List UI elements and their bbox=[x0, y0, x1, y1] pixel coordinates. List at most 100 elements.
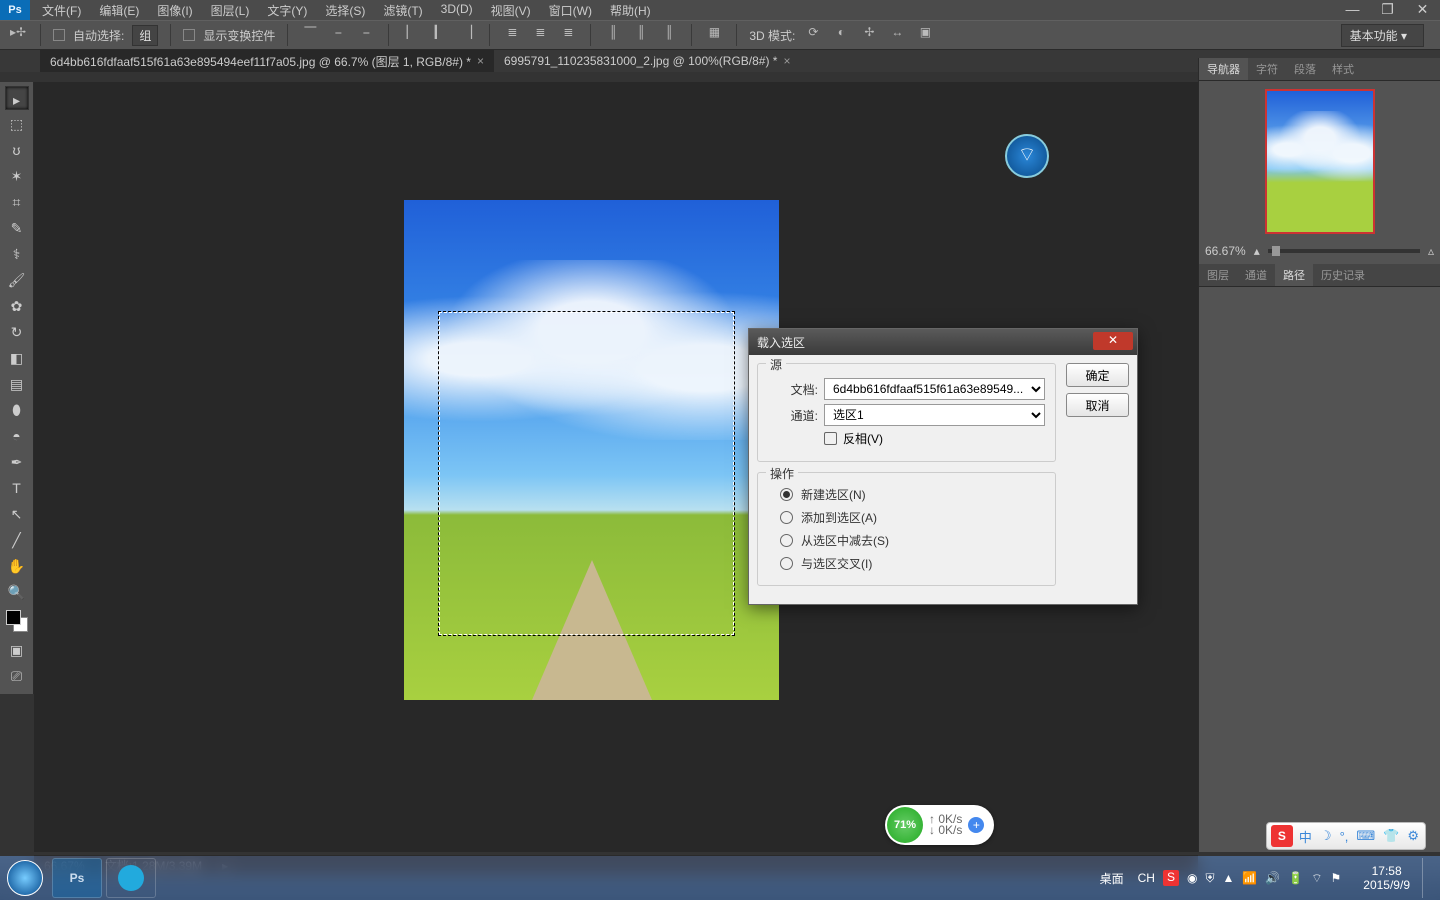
panel-tab-layers[interactable]: 图层 bbox=[1199, 264, 1237, 286]
dist-bottom-icon[interactable]: ≣ bbox=[558, 25, 578, 45]
healing-brush-tool[interactable]: ⚕ bbox=[5, 242, 29, 266]
op-subtract-radio[interactable] bbox=[780, 534, 793, 547]
3d-pan-icon[interactable]: ✢ bbox=[859, 25, 879, 45]
auto-align-icon[interactable]: ▦ bbox=[704, 25, 724, 45]
ime-keyboard-icon[interactable]: ⌨ bbox=[1354, 828, 1377, 844]
ime-menu-icon[interactable]: ⚙ bbox=[1405, 828, 1421, 844]
align-top-icon[interactable]: ⎺ bbox=[300, 25, 320, 45]
menu-layer[interactable]: 图层(L) bbox=[211, 2, 250, 19]
marquee-tool[interactable]: ⬚ bbox=[5, 112, 29, 136]
eraser-tool[interactable]: ◧ bbox=[5, 346, 29, 370]
panel-tab-styles[interactable]: 样式 bbox=[1324, 58, 1362, 80]
dialog-titlebar[interactable]: 载入选区 ✕ bbox=[749, 329, 1137, 355]
menu-image[interactable]: 图像(I) bbox=[157, 2, 192, 19]
invert-checkbox[interactable] bbox=[824, 432, 837, 445]
tray-signal-icon[interactable]: 📶 bbox=[1242, 871, 1257, 885]
color-swatches[interactable] bbox=[6, 610, 28, 632]
menu-edit[interactable]: 编辑(E) bbox=[99, 2, 139, 19]
window-close[interactable]: ✕ bbox=[1405, 0, 1440, 20]
clone-stamp-tool[interactable]: ✿ bbox=[5, 294, 29, 318]
menu-filter[interactable]: 滤镜(T) bbox=[383, 2, 422, 19]
auto-select-dropdown[interactable]: 组 bbox=[132, 25, 158, 46]
menu-view[interactable]: 视图(V) bbox=[491, 2, 531, 19]
navigator-zoom-slider[interactable] bbox=[1268, 249, 1420, 253]
taskbar-desktop-label[interactable]: 桌面 bbox=[1100, 870, 1124, 887]
workspace-switcher[interactable]: 基本功能 ▾ bbox=[1341, 24, 1424, 47]
history-brush-tool[interactable]: ↻ bbox=[5, 320, 29, 344]
show-transform-checkbox[interactable] bbox=[183, 29, 195, 41]
menu-3d[interactable]: 3D(D) bbox=[441, 2, 473, 19]
op-new-radio[interactable] bbox=[780, 488, 793, 501]
tray-battery-icon[interactable]: 🔋 bbox=[1288, 871, 1303, 885]
document-select[interactable]: 6d4bb616fdfaaf515f61a63e89549... bbox=[824, 378, 1045, 400]
tray-up-icon[interactable]: ▲ bbox=[1222, 871, 1234, 885]
shape-tool[interactable]: ╱ bbox=[5, 528, 29, 552]
tray-360-icon[interactable]: ◉ bbox=[1187, 871, 1197, 885]
screenmode-toggle[interactable]: ⎚ bbox=[5, 664, 29, 688]
tray-volume-icon[interactable]: 🔊 bbox=[1265, 871, 1280, 885]
ok-button[interactable]: 确定 bbox=[1066, 363, 1129, 387]
panel-tab-navigator[interactable]: 导航器 bbox=[1199, 58, 1248, 80]
menu-select[interactable]: 选择(S) bbox=[325, 2, 365, 19]
ime-han-toggle[interactable]: 中 bbox=[1297, 827, 1314, 846]
start-button[interactable] bbox=[0, 856, 50, 900]
auto-select-checkbox[interactable] bbox=[53, 29, 65, 41]
align-hcenter-icon[interactable]: ▎ bbox=[429, 25, 449, 45]
close-tab-icon[interactable]: × bbox=[783, 54, 790, 68]
menu-window[interactable]: 窗口(W) bbox=[549, 2, 592, 19]
taskbar-browser[interactable] bbox=[106, 858, 156, 898]
lasso-tool[interactable]: ʊ bbox=[5, 138, 29, 162]
op-add-radio[interactable] bbox=[780, 511, 793, 524]
taskbar-clock[interactable]: 17:58 2015/9/9 bbox=[1355, 864, 1418, 892]
navigator-thumbnail[interactable] bbox=[1265, 89, 1375, 234]
dialog-close-button[interactable]: ✕ bbox=[1093, 332, 1133, 350]
sogou-logo-icon[interactable]: S bbox=[1271, 825, 1293, 847]
move-tool[interactable]: ▸ bbox=[5, 86, 29, 110]
tray-flag-icon[interactable]: ⚑ bbox=[1331, 871, 1342, 885]
panel-tab-character[interactable]: 字符 bbox=[1248, 58, 1286, 80]
zoom-in-icon[interactable]: ▵ bbox=[1428, 244, 1434, 258]
3d-slide-icon[interactable]: ↔ bbox=[887, 25, 907, 45]
dist-right-icon[interactable]: ║ bbox=[659, 25, 679, 45]
tray-lang[interactable]: CH bbox=[1138, 871, 1155, 885]
speed-popup-icon[interactable]: + bbox=[968, 817, 984, 833]
brush-tool[interactable]: 🖌 bbox=[5, 268, 29, 292]
window-maximize[interactable]: ❐ bbox=[1370, 0, 1405, 20]
window-minimize[interactable]: — bbox=[1335, 0, 1370, 20]
menu-type[interactable]: 文字(Y) bbox=[267, 2, 307, 19]
panel-tab-paragraph[interactable]: 段落 bbox=[1286, 58, 1324, 80]
dist-top-icon[interactable]: ≣ bbox=[502, 25, 522, 45]
gradient-tool[interactable]: ▤ bbox=[5, 372, 29, 396]
quickmask-toggle[interactable]: ▣ bbox=[5, 638, 29, 662]
taskbar-photoshop[interactable]: Ps bbox=[52, 858, 102, 898]
align-right-icon[interactable]: ▕ bbox=[457, 25, 477, 45]
hand-tool[interactable]: ✋ bbox=[5, 554, 29, 578]
type-tool[interactable]: T bbox=[5, 476, 29, 500]
ime-skin-icon[interactable]: 👕 bbox=[1381, 828, 1401, 844]
doc-tab-1[interactable]: 6d4bb616fdfaaf515f61a63e895494eef11f7a05… bbox=[40, 50, 494, 72]
cancel-button[interactable]: 取消 bbox=[1066, 393, 1129, 417]
ime-punct-icon[interactable]: °, bbox=[1338, 829, 1351, 844]
zoom-tool[interactable]: 🔍 bbox=[5, 580, 29, 604]
menu-help[interactable]: 帮助(H) bbox=[610, 2, 651, 19]
pen-tool[interactable]: ✒ bbox=[5, 450, 29, 474]
panel-tab-history[interactable]: 历史记录 bbox=[1313, 264, 1373, 286]
dist-hcenter-icon[interactable]: ║ bbox=[631, 25, 651, 45]
path-select-tool[interactable]: ↖ bbox=[5, 502, 29, 526]
align-bottom-icon[interactable]: ⎯ bbox=[356, 25, 376, 45]
dist-vcenter-icon[interactable]: ≣ bbox=[530, 25, 550, 45]
align-vcenter-icon[interactable]: ⎯ bbox=[328, 25, 348, 45]
dist-left-icon[interactable]: ║ bbox=[603, 25, 623, 45]
ime-toolbar[interactable]: S 中 ☽ °, ⌨ 👕 ⚙ bbox=[1266, 822, 1426, 850]
show-desktop-button[interactable] bbox=[1422, 858, 1432, 898]
tray-wifi-icon[interactable]: ⌔ bbox=[1311, 871, 1322, 886]
3d-zoom-icon[interactable]: ▣ bbox=[915, 25, 935, 45]
eyedropper-tool[interactable]: ✎ bbox=[5, 216, 29, 240]
panel-tab-channels[interactable]: 通道 bbox=[1237, 264, 1275, 286]
channel-select[interactable]: 选区1 bbox=[824, 404, 1045, 426]
magic-wand-tool[interactable]: ✶ bbox=[5, 164, 29, 188]
panel-tab-paths[interactable]: 路径 bbox=[1275, 264, 1313, 286]
crop-tool[interactable]: ⌗ bbox=[5, 190, 29, 214]
3d-orbit-icon[interactable]: ⟳ bbox=[803, 25, 823, 45]
doc-tab-2[interactable]: 6995791_110235831000_2.jpg @ 100%(RGB/8#… bbox=[494, 50, 801, 72]
